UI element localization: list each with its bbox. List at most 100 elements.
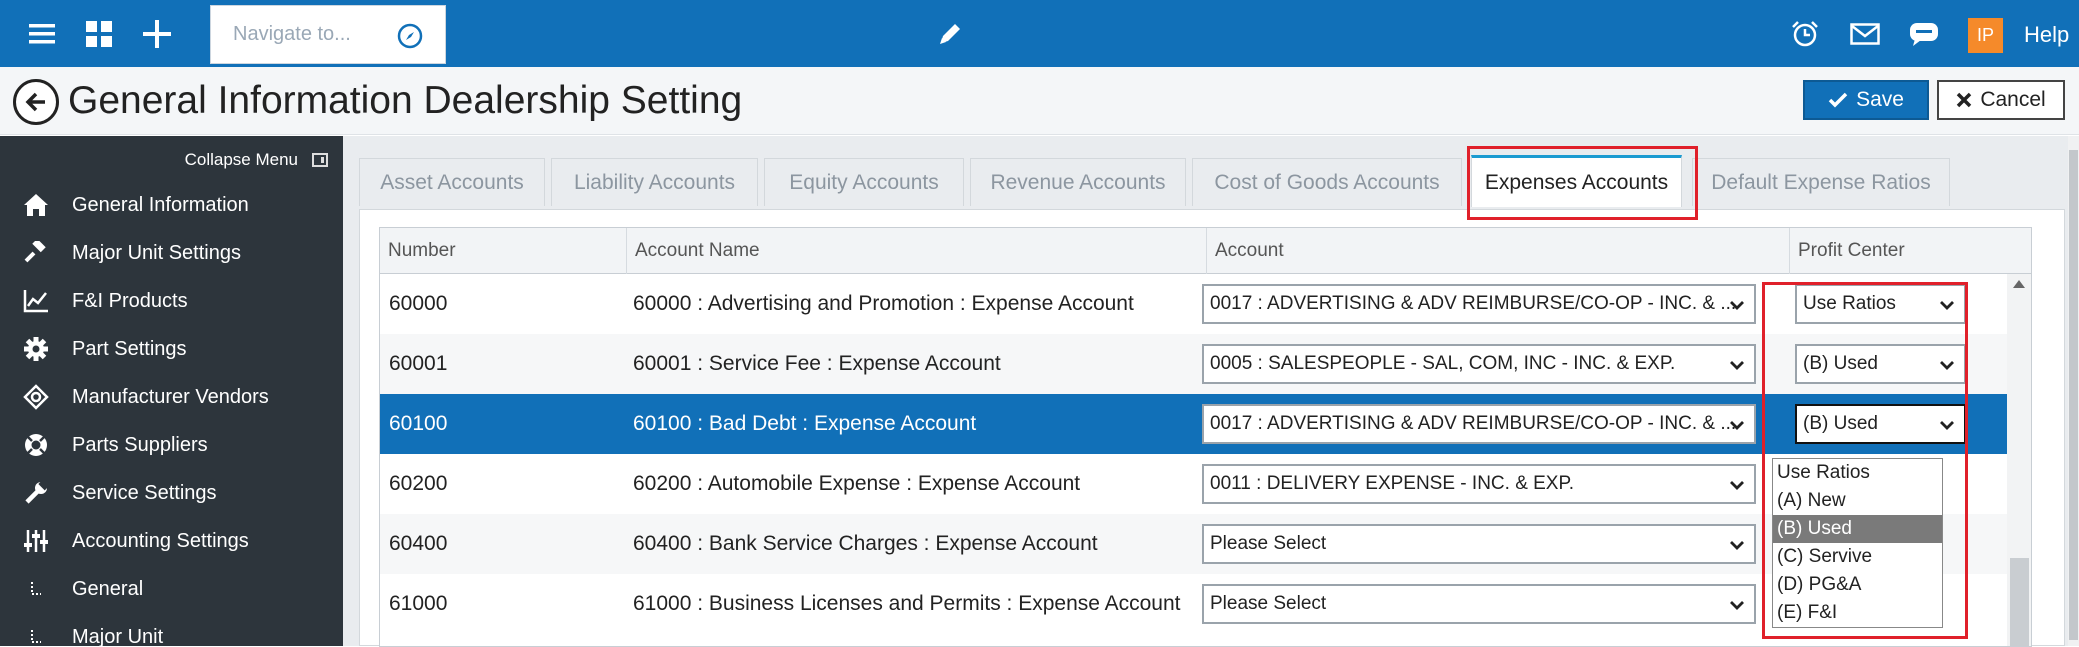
collapse-menu-label: Collapse Menu	[184, 150, 298, 169]
check-icon	[1828, 92, 1848, 108]
arrow-left-icon	[25, 92, 45, 112]
compass-icon[interactable]	[397, 23, 423, 49]
dropdown-option[interactable]: Use Ratios	[1773, 459, 1942, 487]
sidebar-item-label: F&I Products	[72, 289, 188, 312]
cell-account-name: 60100 : Bad Debt : Expense Account	[633, 412, 977, 435]
avatar[interactable]: IP	[1968, 18, 2003, 53]
envelope-icon[interactable]	[1840, 0, 1890, 67]
dropdown-option[interactable]: (A) New	[1773, 487, 1942, 515]
account-select-value: 0017 : ADVERTISING & ADV REIMBURSE/CO-OP…	[1210, 293, 1737, 314]
cell-account-name: 60001 : Service Fee : Expense Account	[633, 352, 1001, 375]
tab-expenses-accounts[interactable]: Expenses Accounts	[1471, 155, 1682, 207]
column-header-account[interactable]: Account	[1207, 228, 1790, 274]
profit-center-value: Use Ratios	[1803, 293, 1896, 314]
dropdown-option[interactable]: (C) Servive	[1773, 543, 1942, 571]
profit-center-value: (B) Used	[1803, 413, 1878, 434]
profit-center-select[interactable]: (B) Used	[1795, 404, 1966, 444]
table-row[interactable]: 60400 60400 : Bank Service Charges : Exp…	[380, 514, 2007, 574]
chevron-down-icon	[1940, 421, 1954, 430]
account-select-value: 0011 : DELIVERY EXPENSE - INC. & EXP.	[1210, 473, 1574, 494]
sidebar-item-parts-suppliers[interactable]: Parts Suppliers	[0, 421, 343, 469]
back-button[interactable]	[13, 79, 59, 125]
sidebar-item-major-unit[interactable]: Major Unit	[0, 613, 343, 646]
tab-bar: Asset Accounts Liability Accounts Equity…	[359, 136, 2059, 211]
account-select[interactable]: 0017 : ADVERTISING & ADV REIMBURSE/CO-OP…	[1202, 404, 1756, 444]
table-row[interactable]: 60000 60000 : Advertising and Promotion …	[380, 274, 2007, 334]
cell-account-name: 60400 : Bank Service Charges : Expense A…	[633, 532, 1098, 555]
plus-icon[interactable]	[132, 0, 182, 67]
chevron-down-icon	[1730, 481, 1744, 490]
profit-center-dropdown[interactable]: Use Ratios (A) New (B) Used (C) Servive …	[1772, 458, 1943, 628]
sidebar-item-label: General Information	[72, 193, 249, 216]
tab-equity-accounts[interactable]: Equity Accounts	[764, 158, 964, 206]
tab-liability-accounts[interactable]: Liability Accounts	[551, 158, 758, 206]
cell-account-name: 60200 : Automobile Expense : Expense Acc…	[633, 472, 1081, 495]
column-header-number[interactable]: Number	[380, 228, 627, 274]
sidebar-item-manufacturer-vendors[interactable]: Manufacturer Vendors	[0, 373, 343, 421]
sidebar-item-label: Service Settings	[72, 481, 217, 504]
scroll-up-arrow-icon[interactable]	[2013, 280, 2025, 288]
chat-icon[interactable]	[1899, 0, 1949, 67]
sidebar-item-general-information[interactable]: General Information	[0, 181, 343, 229]
chevron-down-icon	[1940, 301, 1954, 310]
dropdown-option-highlighted[interactable]: (B) Used	[1773, 515, 1942, 543]
table-row[interactable]: 60001 60001 : Service Fee : Expense Acco…	[380, 334, 2007, 394]
sidebar-item-service-settings[interactable]: Service Settings	[0, 469, 343, 517]
lifebuoy-icon	[0, 432, 72, 458]
cell-number: 60100	[389, 412, 448, 435]
page-scrollbar-thumb[interactable]	[2069, 150, 2078, 640]
top-bar: IP Help	[0, 0, 2079, 67]
chevron-down-icon	[1730, 301, 1744, 310]
chevron-down-icon	[1730, 361, 1744, 370]
navigate-input[interactable]	[233, 23, 413, 46]
grid-header: Number Account Name Account Profit Cente…	[380, 228, 2031, 274]
pencil-icon[interactable]	[925, 0, 975, 67]
sliders-icon	[0, 528, 72, 554]
gear-icon	[0, 336, 72, 362]
close-icon	[1957, 92, 1972, 108]
hamburger-icon[interactable]	[17, 0, 67, 67]
tab-asset-accounts[interactable]: Asset Accounts	[359, 158, 545, 206]
account-select[interactable]: Please Select	[1202, 524, 1756, 564]
cancel-button[interactable]: Cancel	[1937, 80, 2065, 120]
tab-revenue-accounts[interactable]: Revenue Accounts	[970, 158, 1186, 206]
account-select[interactable]: 0017 : ADVERTISING & ADV REIMBURSE/CO-OP…	[1202, 284, 1756, 324]
table-row[interactable]: 60200 60200 : Automobile Expense : Expen…	[380, 454, 2007, 514]
collapse-menu-button[interactable]: Collapse Menu	[0, 136, 343, 184]
tab-cost-of-goods-accounts[interactable]: Cost of Goods Accounts	[1192, 158, 1462, 206]
grid-icon[interactable]	[74, 0, 124, 67]
help-link[interactable]: Help	[2024, 22, 2069, 48]
cell-account-name: 61000 : Business Licenses and Permits : …	[633, 592, 1181, 615]
table-row-selected[interactable]: 60100 60100 : Bad Debt : Expense Account…	[380, 394, 2007, 454]
account-select[interactable]: 0011 : DELIVERY EXPENSE - INC. & EXP.	[1202, 464, 1756, 504]
save-button[interactable]: Save	[1803, 80, 1929, 120]
column-header-profit-center[interactable]: Profit Center	[1790, 228, 2031, 274]
account-select-value: 0005 : SALESPEOPLE - SAL, COM, INC - INC…	[1210, 353, 1676, 374]
cell-number: 61000	[389, 592, 448, 615]
sidebar-item-part-settings[interactable]: Part Settings	[0, 325, 343, 373]
dropdown-option[interactable]: (D) PG&A	[1773, 571, 1942, 599]
account-select[interactable]: Please Select	[1202, 584, 1756, 624]
grid-scrollbar-thumb[interactable]	[2010, 558, 2029, 646]
sidebar-item-label: General	[72, 577, 144, 600]
sidebar-item-accounting-settings[interactable]: Accounting Settings	[0, 517, 343, 565]
sub-item-icon	[0, 581, 72, 597]
dropdown-option[interactable]: (E) F&I	[1773, 599, 1942, 627]
profit-center-select[interactable]: (B) Used	[1795, 344, 1966, 384]
wrench-icon	[0, 480, 72, 506]
sidebar-item-label: Major Unit	[72, 625, 164, 647]
account-select[interactable]: 0005 : SALESPEOPLE - SAL, COM, INC - INC…	[1202, 344, 1756, 384]
column-header-account-name[interactable]: Account Name	[627, 228, 1207, 274]
table-row[interactable]: 61000 61000 : Business Licenses and Perm…	[380, 574, 2007, 634]
chevron-down-icon	[1730, 541, 1744, 550]
alarm-clock-icon[interactable]	[1780, 0, 1830, 67]
sidebar-item-fi-products[interactable]: F&I Products	[0, 277, 343, 325]
sidebar-item-general[interactable]: General	[0, 565, 343, 613]
sidebar-item-major-unit-settings[interactable]: Major Unit Settings	[0, 229, 343, 277]
profit-center-select[interactable]: Use Ratios	[1795, 284, 1966, 324]
tab-default-expense-ratios[interactable]: Default Expense Ratios	[1692, 158, 1950, 206]
cell-number: 60001	[389, 352, 448, 375]
crosshair-icon	[0, 384, 72, 410]
navigate-search[interactable]	[210, 5, 446, 64]
chevron-down-icon	[1730, 601, 1744, 610]
